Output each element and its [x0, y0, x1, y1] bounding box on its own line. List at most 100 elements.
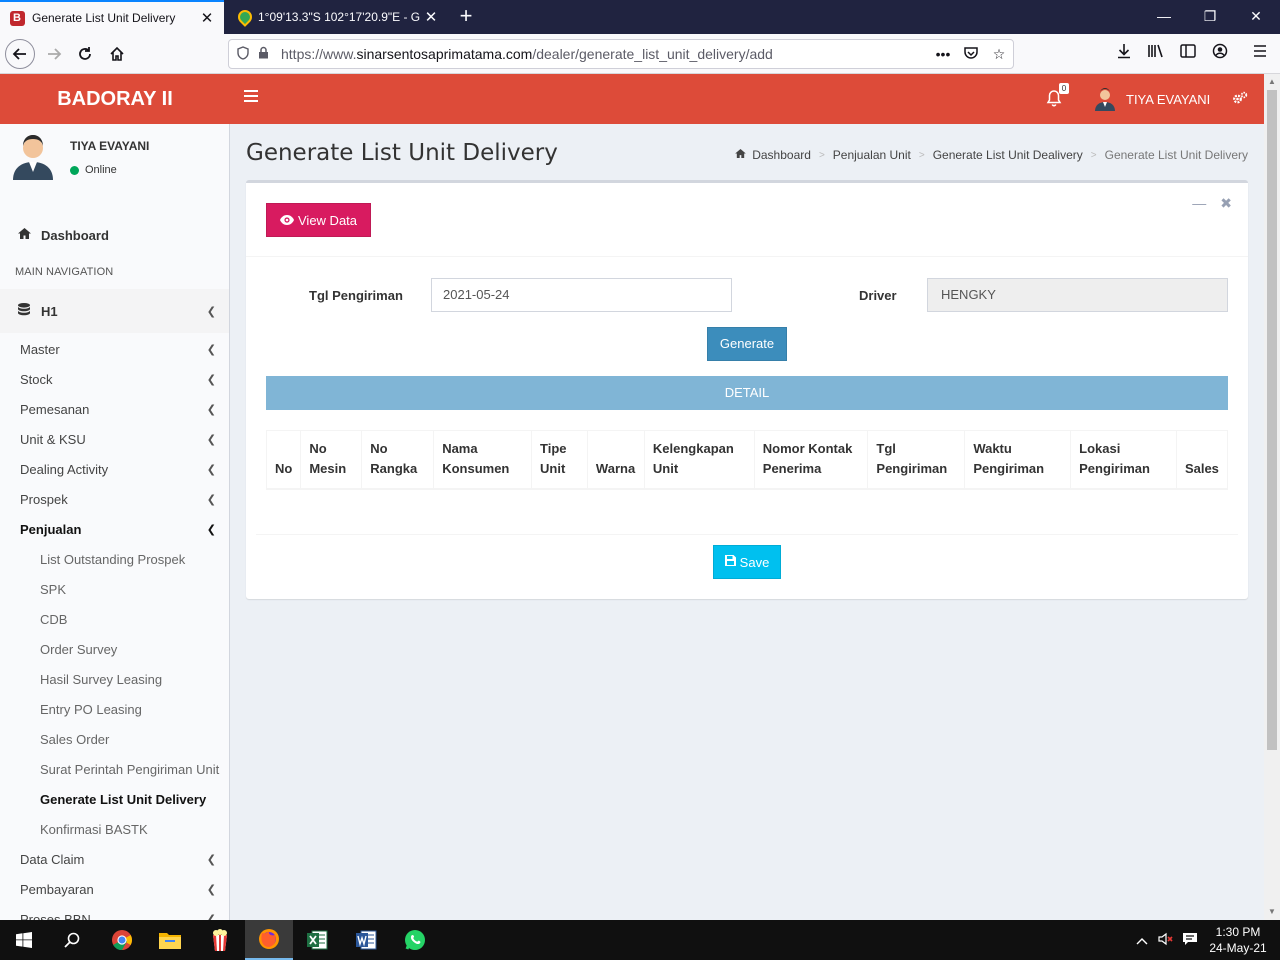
- account-icon[interactable]: [1209, 43, 1231, 65]
- breadcrumb: Dashboard > Penjualan Unit > Generate Li…: [735, 148, 1248, 162]
- shield-icon[interactable]: [233, 45, 253, 63]
- sidebar-item-unit-ksu[interactable]: Unit & KSU ❮: [0, 424, 229, 454]
- breadcrumb-current: Generate List Unit Delivery: [1104, 148, 1248, 162]
- chevron-up-icon[interactable]: [1130, 933, 1154, 948]
- forward-icon[interactable]: [40, 40, 68, 68]
- sidebar-item-data-claim[interactable]: Data Claim ❮: [0, 844, 229, 874]
- menu-icon[interactable]: [1249, 43, 1271, 65]
- col-no: No: [265, 430, 301, 490]
- library-icon[interactable]: [1145, 43, 1167, 65]
- driver-input[interactable]: HENGKY: [927, 278, 1228, 312]
- more-actions-icon[interactable]: •••: [929, 46, 957, 62]
- back-icon[interactable]: [5, 39, 35, 69]
- chevron-left-icon: ❮: [206, 433, 216, 446]
- chevron-left-icon: ❮: [206, 463, 216, 476]
- whatsapp-icon[interactable]: [391, 920, 439, 960]
- eye-icon: [280, 213, 294, 228]
- floppy-disk-icon: [724, 555, 736, 569]
- chevron-left-icon: ❮: [206, 853, 216, 866]
- sidebar-item-penjualan[interactable]: Penjualan ❮: [0, 514, 229, 544]
- sidebar-item-master[interactable]: Master ❮: [0, 334, 229, 364]
- firefox-icon[interactable]: [245, 920, 293, 960]
- sidebar-subitem-cdb[interactable]: CDB: [0, 604, 229, 634]
- gears-icon[interactable]: [1232, 91, 1248, 108]
- avatar: [1095, 88, 1115, 111]
- sidebar-subitem-list-outstanding-prospek[interactable]: List Outstanding Prospek: [0, 544, 229, 574]
- breadcrumb-generate-list-dealivery[interactable]: Generate List Unit Dealivery: [933, 148, 1083, 162]
- sidebar-subitem-sales-order[interactable]: Sales Order: [0, 724, 229, 754]
- breadcrumb-penjualan-unit[interactable]: Penjualan Unit: [833, 148, 911, 162]
- sidebar-subitem-spk[interactable]: SPK: [0, 574, 229, 604]
- restore-icon[interactable]: ❐: [1187, 0, 1233, 34]
- url-text[interactable]: https://www.sinarsentosaprimatama.com/de…: [281, 46, 929, 62]
- close-tab-icon[interactable]: ✕: [196, 9, 218, 27]
- browser-tab-active[interactable]: B Generate List Unit Delivery ✕: [0, 0, 224, 34]
- address-bar[interactable]: https://www.sinarsentosaprimatama.com/de…: [228, 39, 1014, 69]
- form-box: — ✖ View Data Tgl Pengiriman 2021-05-24 …: [246, 180, 1248, 599]
- scroll-down-icon[interactable]: ▼: [1264, 904, 1280, 920]
- clock[interactable]: 1:30 PM 24-May-21: [1202, 924, 1274, 956]
- close-window-icon[interactable]: ✕: [1233, 0, 1279, 34]
- generate-button[interactable]: Generate: [707, 327, 787, 361]
- new-tab-button[interactable]: +: [454, 4, 478, 28]
- lock-icon[interactable]: [253, 46, 273, 62]
- scrollbar-thumb[interactable]: [1267, 90, 1277, 750]
- file-explorer-icon[interactable]: [146, 920, 194, 960]
- breadcrumb-dashboard[interactable]: Dashboard: [752, 148, 811, 162]
- media-player-icon[interactable]: [196, 920, 244, 960]
- taskbar: 1:30 PM 24-May-21: [0, 920, 1280, 960]
- browser-tab-bar: B Generate List Unit Delivery ✕ 1°09'13.…: [0, 0, 1280, 34]
- windows-start-icon[interactable]: [0, 920, 48, 960]
- app-logo[interactable]: BADORAY II: [0, 74, 230, 124]
- page-scrollbar[interactable]: ▲ ▼: [1264, 74, 1280, 920]
- table-header-row: No No Mesin No Rangka Nama Konsumen Tipe Uni…: [265, 430, 1229, 490]
- sidebar-toggle-icon[interactable]: [1177, 43, 1199, 65]
- sidebar-subitem-order-survey[interactable]: Order Survey: [0, 634, 229, 664]
- chevron-down-icon: ❮: [206, 523, 216, 536]
- notifications-icon[interactable]: [1178, 932, 1202, 949]
- home-icon[interactable]: [103, 40, 131, 68]
- speaker-muted-icon[interactable]: [1154, 932, 1178, 949]
- reload-icon[interactable]: [71, 40, 99, 68]
- browser-toolbar: https://www.sinarsentosaprimatama.com/de…: [0, 34, 1280, 74]
- scroll-up-icon[interactable]: ▲: [1264, 74, 1280, 90]
- close-tab-icon[interactable]: ✕: [420, 8, 442, 26]
- word-icon[interactable]: [342, 920, 390, 960]
- sidebar-subitem-entry-po-leasing[interactable]: Entry PO Leasing: [0, 694, 229, 724]
- sidebar-item-proses-bbn[interactable]: Proses BBN ❮: [0, 904, 229, 921]
- sidebar-item-prospek[interactable]: Prospek ❮: [0, 484, 229, 514]
- chevron-left-icon: ❮: [206, 373, 216, 386]
- detail-table: No No Mesin No Rangka Nama Konsumen Tipe Uni…: [265, 430, 1229, 490]
- sidebar-subitem-hasil-survey-leasing[interactable]: Hasil Survey Leasing: [0, 664, 229, 694]
- minimize-icon[interactable]: —: [1141, 0, 1187, 34]
- close-icon[interactable]: ✖: [1220, 195, 1232, 212]
- sidebar-toggle-icon[interactable]: [244, 90, 258, 102]
- system-tray: 1:30 PM 24-May-21: [1130, 920, 1280, 960]
- excel-icon[interactable]: [293, 920, 341, 960]
- database-icon: [18, 303, 32, 319]
- tgl-pengiriman-input[interactable]: 2021-05-24: [431, 278, 732, 312]
- header-user-menu[interactable]: TIYA EVAYANI: [1094, 86, 1210, 112]
- browser-tab-maps[interactable]: 1°09'13.3"S 102°17'20.9"E - Goo ✕: [226, 0, 448, 34]
- pocket-icon[interactable]: [957, 46, 985, 63]
- sidebar-item-pembayaran[interactable]: Pembayaran ❮: [0, 874, 229, 904]
- collapse-icon[interactable]: —: [1192, 195, 1206, 212]
- downloads-icon[interactable]: [1113, 43, 1135, 65]
- sidebar-subitem-konfirmasi-bastk[interactable]: Konfirmasi BASTK: [0, 814, 229, 844]
- sidebar-item-dealing-activity[interactable]: Dealing Activity ❮: [0, 454, 229, 484]
- search-icon[interactable]: [48, 920, 96, 960]
- sidebar-subitem-generate-list-unit-delivery[interactable]: Generate List Unit Delivery: [0, 784, 229, 814]
- col-lokasi-pengiriman: Lokasi Pengiriman: [1070, 430, 1177, 490]
- box-tools: — ✖: [1192, 195, 1232, 212]
- save-button[interactable]: Save: [713, 545, 781, 579]
- sidebar-subitem-surat-perintah-pengiriman-unit[interactable]: Surat Perintah Pengiriman Unit: [0, 754, 229, 784]
- chrome-icon[interactable]: [98, 920, 146, 960]
- sidebar: TIYA EVAYANI Online Dashboard MAIN NAVIG…: [0, 124, 230, 920]
- col-sales: Sales: [1175, 430, 1229, 490]
- bookmark-star-icon[interactable]: ☆: [985, 46, 1013, 63]
- sidebar-item-dashboard[interactable]: Dashboard: [0, 220, 229, 250]
- sidebar-item-h1[interactable]: H1 ❮: [0, 289, 229, 333]
- sidebar-item-pemesanan[interactable]: Pemesanan ❮: [0, 394, 229, 424]
- sidebar-item-stock[interactable]: Stock ❮: [0, 364, 229, 394]
- view-data-button[interactable]: View Data: [266, 203, 372, 237]
